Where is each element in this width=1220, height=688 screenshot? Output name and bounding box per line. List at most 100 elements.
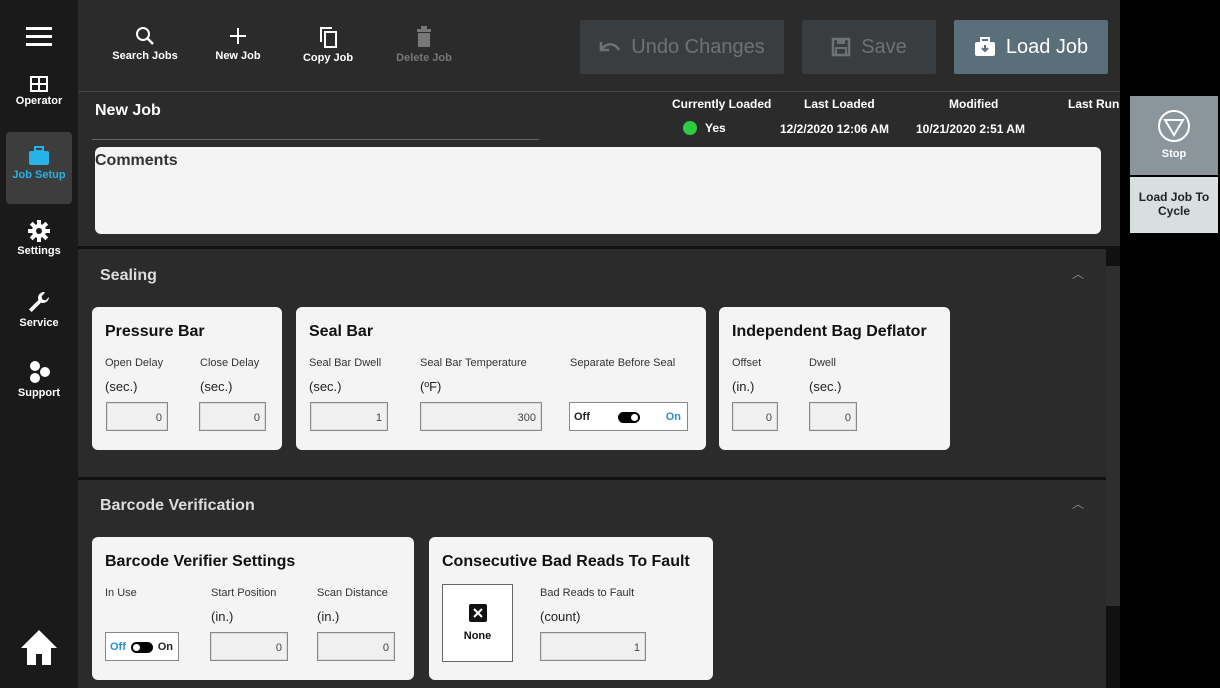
nav-operator[interactable]: Operator xyxy=(0,76,78,107)
delete-job-label: Delete Job xyxy=(396,52,452,64)
seal-bar-dwell-unit: (sec.) xyxy=(309,379,342,394)
job-name[interactable]: New Job xyxy=(95,102,161,120)
nav-support[interactable]: Support xyxy=(0,360,78,399)
seal-bar-temp-label: Seal Bar Temperature xyxy=(420,357,527,369)
load-job-label: Load Job xyxy=(1005,35,1089,58)
bad-reads-unit: (count) xyxy=(540,609,581,624)
load-job-button[interactable]: Load Job xyxy=(954,20,1108,74)
nav-service[interactable]: Service xyxy=(0,290,78,329)
scan-distance-label: Scan Distance xyxy=(317,587,388,599)
close-delay-input[interactable]: 0 xyxy=(199,402,266,431)
pressure-bar-title: Pressure Bar xyxy=(105,323,205,340)
separate-before-seal-toggle[interactable]: Off On xyxy=(569,402,688,431)
currently-loaded-value: Yes xyxy=(705,121,726,135)
toggle-off-label: Off xyxy=(574,411,590,423)
undo-changes-label: Undo Changes xyxy=(631,35,765,58)
search-icon xyxy=(136,27,154,45)
stop-button[interactable]: Stop xyxy=(1130,96,1218,175)
menu-button[interactable] xyxy=(0,26,78,46)
support-icon xyxy=(30,361,50,383)
scrollbar-thumb[interactable] xyxy=(1106,266,1120,606)
seal-bar-temp-input[interactable]: 300 xyxy=(420,402,542,431)
last-loaded-value: 12/2/2020 12:06 AM xyxy=(780,122,889,136)
close-delay-unit: (sec.) xyxy=(200,379,233,394)
trash-icon xyxy=(417,26,431,47)
nav-service-label: Service xyxy=(19,317,59,329)
nav-support-label: Support xyxy=(17,387,61,399)
chevron-up-icon[interactable]: ︿ xyxy=(1072,265,1084,282)
copy-job-label: Copy Job xyxy=(302,52,354,64)
stop-icon xyxy=(1158,110,1190,142)
barcode-title: Barcode Verification xyxy=(100,497,255,514)
sealing-title: Sealing xyxy=(100,267,157,284)
seal-bar-dwell-input[interactable]: 1 xyxy=(310,402,388,431)
open-delay-unit: (sec.) xyxy=(105,379,138,394)
job-name-underline xyxy=(92,139,539,140)
briefcase-icon xyxy=(29,146,49,165)
copy-job-button[interactable]: Copy Job xyxy=(288,26,368,64)
save-button[interactable]: Save xyxy=(802,20,936,74)
open-delay-label: Open Delay xyxy=(105,357,164,369)
toolbar: Search Jobs New Job Copy Job Delete Job … xyxy=(78,0,1120,92)
toggle-on-label: On xyxy=(665,411,681,423)
seal-bar-card: Seal Bar Seal Bar Dwell (sec.) 1 Seal Ba… xyxy=(296,307,706,450)
bad-reads-card: Consecutive Bad Reads To Fault None Bad … xyxy=(429,537,713,680)
comments-box[interactable]: Comments xyxy=(95,147,1101,234)
in-use-toggle[interactable]: Off On xyxy=(105,632,179,661)
nav-operator-label: Operator xyxy=(15,95,63,107)
none-button[interactable]: None xyxy=(442,584,513,662)
pressure-bar-card: Pressure Bar Open Delay (sec.) 0 Close D… xyxy=(92,307,282,450)
offset-unit: (in.) xyxy=(732,379,755,394)
right-panel: Stop Load Job To Cycle xyxy=(1130,96,1218,236)
bad-reads-input[interactable]: 1 xyxy=(540,632,646,661)
status-dot xyxy=(683,121,697,135)
open-delay-input[interactable]: 0 xyxy=(106,402,168,431)
gear-icon xyxy=(28,220,50,242)
briefcase-download-icon xyxy=(974,37,995,56)
chevron-up-icon[interactable]: ︿ xyxy=(1072,495,1084,512)
grid-icon xyxy=(30,76,48,92)
separate-before-seal-label: Separate Before Seal xyxy=(570,357,676,369)
toggle-switch xyxy=(131,642,153,653)
search-jobs-label: Search Jobs xyxy=(112,50,178,62)
home-button[interactable] xyxy=(0,628,78,666)
last-loaded-label: Last Loaded xyxy=(804,97,875,111)
vertical-scrollbar[interactable] xyxy=(1106,246,1120,688)
seal-bar-temp-unit: (ºF) xyxy=(420,379,442,394)
copy-icon xyxy=(320,27,337,48)
left-nav: Operator Job Setup Settings Service Supp… xyxy=(0,0,78,688)
job-header: New Job Currently Loaded Yes Last Loaded… xyxy=(78,92,1120,142)
modified-value: 10/21/2020 2:51 AM xyxy=(916,122,1025,136)
barcode-section-header[interactable]: Barcode Verification ︿ xyxy=(78,479,1106,529)
currently-loaded-label: Currently Loaded xyxy=(672,97,772,111)
settings-scroll-area[interactable]: Sealing ︿ Pressure Bar Open Delay (sec.)… xyxy=(78,246,1120,688)
delete-job-button[interactable]: Delete Job xyxy=(384,26,464,64)
close-box-icon xyxy=(468,604,487,622)
nav-job-setup[interactable]: Job Setup xyxy=(6,132,72,204)
undo-icon xyxy=(600,42,621,52)
undo-changes-button[interactable]: Undo Changes xyxy=(580,20,784,74)
offset-input[interactable]: 0 xyxy=(732,402,778,431)
currently-loaded: Yes xyxy=(683,121,726,135)
in-use-label: In Use xyxy=(105,587,137,599)
nav-job-setup-label: Job Setup xyxy=(12,169,66,181)
new-job-button[interactable]: New Job xyxy=(198,26,278,62)
load-job-to-cycle-button[interactable]: Load Job To Cycle xyxy=(1130,177,1218,233)
hamburger-icon xyxy=(26,27,52,46)
sealing-section-header[interactable]: Sealing ︿ xyxy=(78,249,1106,299)
toggle-off-label: Off xyxy=(110,641,126,653)
new-job-label: New Job xyxy=(215,50,261,62)
nav-settings[interactable]: Settings xyxy=(0,220,78,257)
scan-distance-input[interactable]: 0 xyxy=(317,632,395,661)
plus-icon xyxy=(230,28,246,44)
save-label: Save xyxy=(861,35,907,58)
deflator-dwell-input[interactable]: 0 xyxy=(809,402,857,431)
bag-deflator-card: Independent Bag Deflator Offset (in.) 0 … xyxy=(719,307,950,450)
start-position-input[interactable]: 0 xyxy=(210,632,288,661)
start-position-unit: (in.) xyxy=(211,609,234,624)
barcode-verifier-title: Barcode Verifier Settings xyxy=(105,553,296,570)
home-icon xyxy=(21,630,57,665)
search-jobs-button[interactable]: Search Jobs xyxy=(105,26,185,62)
start-position-label: Start Position xyxy=(211,587,277,599)
none-label: None xyxy=(463,630,492,642)
